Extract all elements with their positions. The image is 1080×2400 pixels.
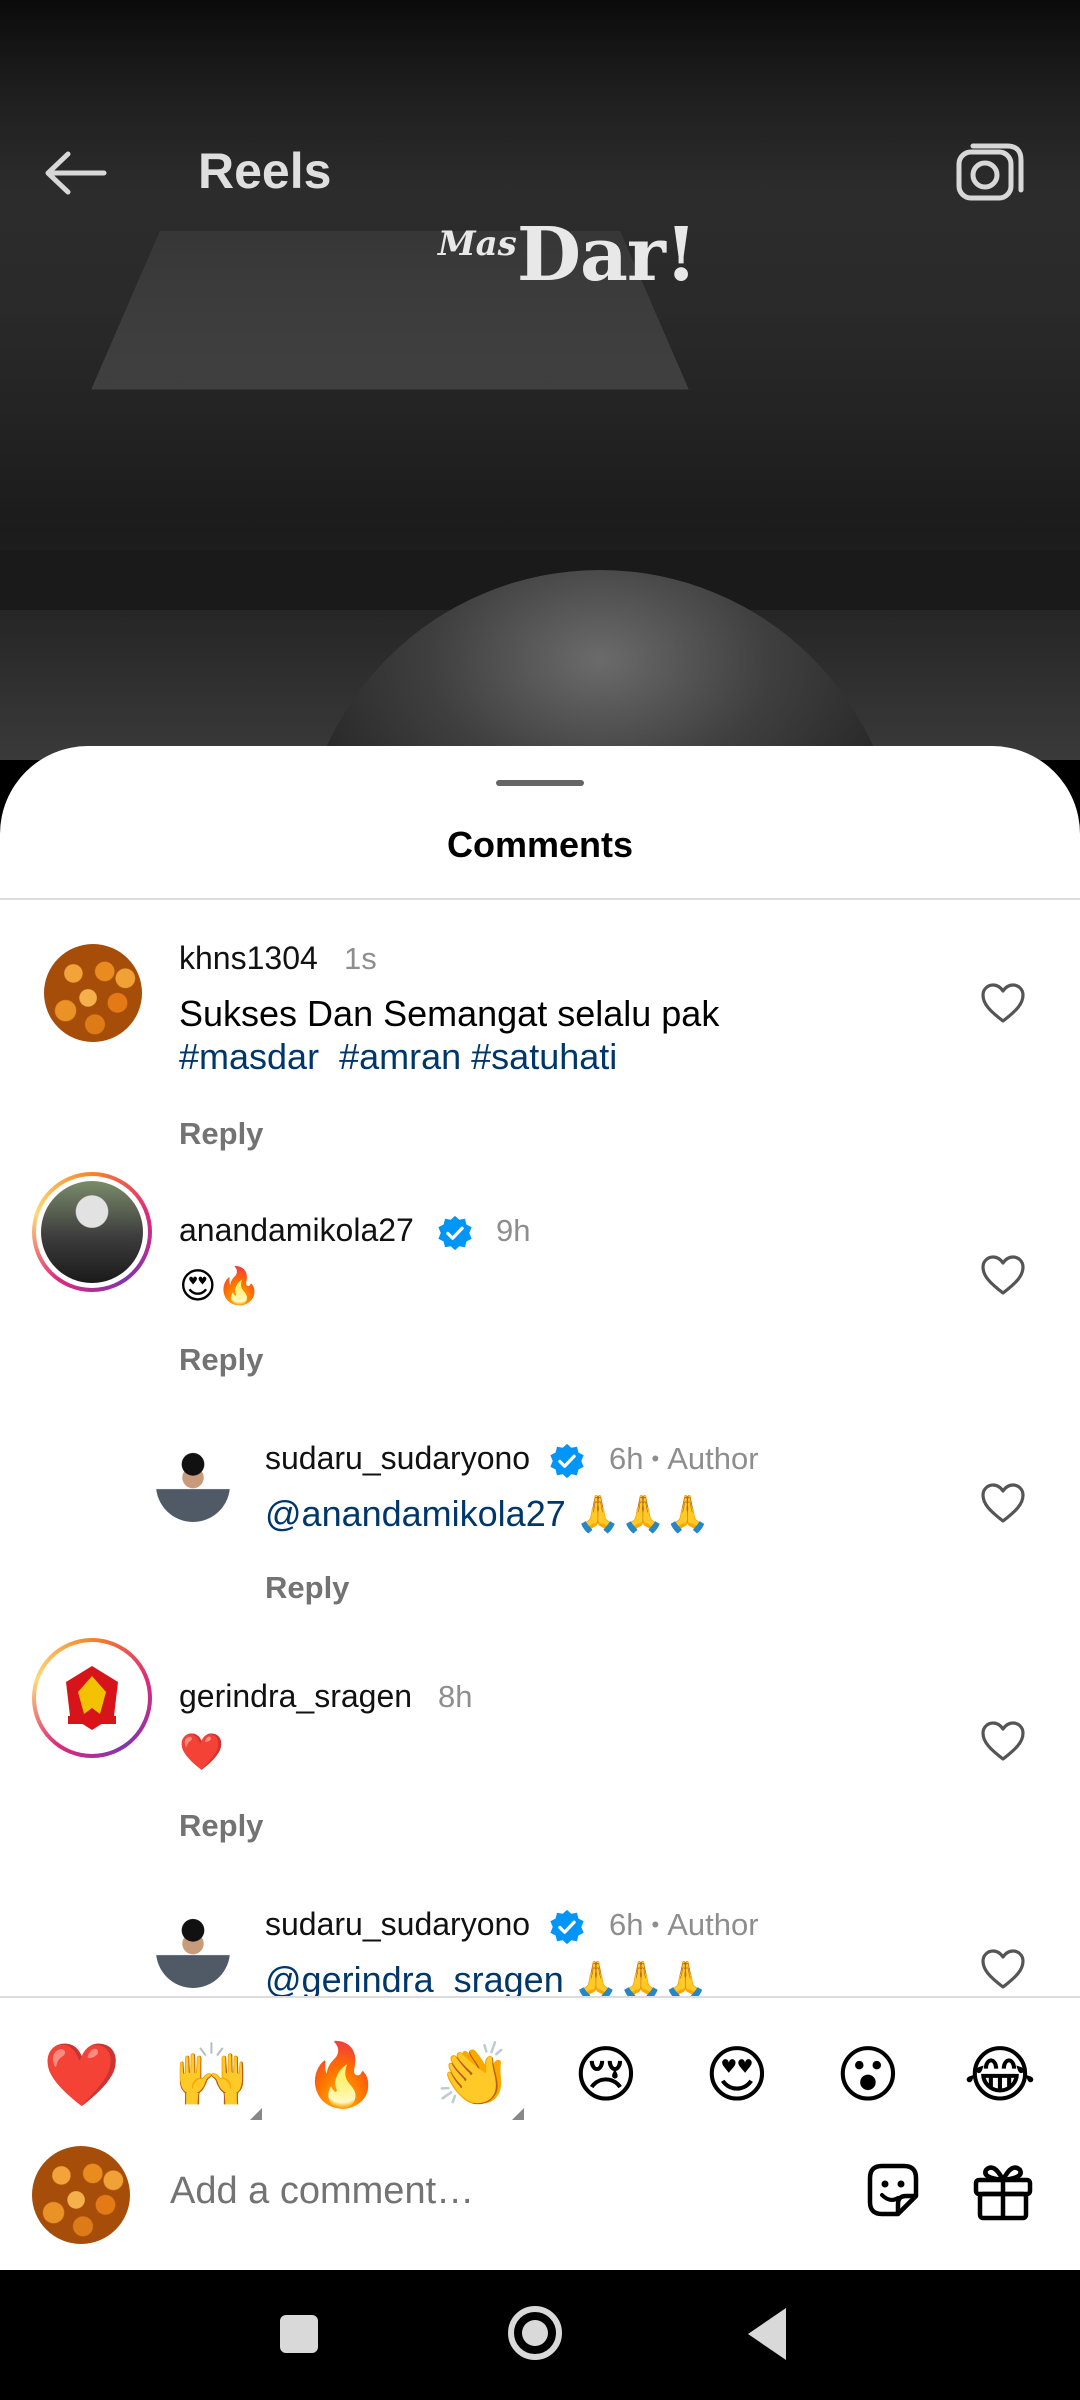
avatar — [41, 1181, 143, 1283]
author-label: Author — [667, 1907, 759, 1942]
hashtag-link[interactable]: #masdar — [179, 1036, 319, 1077]
heart-icon[interactable] — [980, 1482, 1026, 1524]
verified-badge-icon — [438, 1215, 472, 1251]
drag-handle[interactable] — [496, 780, 584, 786]
heart-icon[interactable] — [980, 1254, 1026, 1296]
reaction-fire[interactable]: 🔥 — [302, 2036, 382, 2116]
verified-badge-icon — [550, 1909, 584, 1945]
reply-button[interactable]: Reply — [179, 1342, 263, 1378]
skin-tone-indicator — [512, 2108, 524, 2120]
heart-icon[interactable] — [980, 1720, 1026, 1762]
comment-text: @gerindra_sragen 🙏🙏🙏 — [265, 1958, 708, 1996]
heart-icon[interactable] — [980, 1948, 1026, 1990]
reaction-laughing[interactable]: 😂 — [960, 2036, 1040, 2116]
system-navigation-bar — [0, 2270, 1080, 2400]
avatar — [46, 1652, 138, 1744]
video-watermark-logo: MasDar! — [438, 212, 697, 298]
reaction-clapping[interactable]: 👏 — [434, 2036, 524, 2120]
reels-top-bar: Reels — [0, 130, 1080, 210]
verified-badge-icon — [550, 1443, 584, 1479]
comments-sheet: Comments khns1304 1s Sukses Dan Semangat… — [0, 746, 1080, 2270]
comment-text: 😍🔥 — [179, 1265, 262, 1306]
reaction-surprised[interactable]: 😮 — [828, 2036, 908, 2116]
reel-video[interactable]: MasDar! — [0, 0, 1080, 760]
comment-time: 6h • Author — [609, 1441, 759, 1476]
comment-username[interactable]: anandamikola27 — [179, 1212, 414, 1249]
avatar[interactable] — [44, 944, 142, 1042]
reply-button[interactable]: Reply — [179, 1808, 263, 1844]
comment-username[interactable]: khns1304 — [179, 940, 318, 977]
story-ring[interactable] — [32, 1638, 152, 1758]
page-title: Reels — [198, 143, 332, 199]
comment-time: 9h — [496, 1213, 531, 1248]
reaction-crying[interactable]: 😢 — [566, 2036, 646, 2116]
reaction-heart-eyes[interactable]: 😍 — [697, 2036, 777, 2116]
hashtag-link[interactable]: #satuhati — [471, 1036, 617, 1077]
skin-tone-indicator — [250, 2108, 262, 2120]
back-button[interactable] — [748, 2308, 786, 2360]
gift-icon[interactable] — [970, 2158, 1036, 2224]
comment-text: Sukses Dan Semangat selalu pak #masdar #… — [179, 993, 720, 1077]
camera-icon[interactable] — [955, 140, 1025, 206]
reaction-raising-hands[interactable]: 🙌 — [172, 2036, 262, 2120]
hashtag-link[interactable]: #amran — [339, 1036, 461, 1077]
mention-link[interactable]: @gerindra_sragen — [265, 1959, 564, 1996]
reply-button[interactable]: Reply — [179, 1116, 263, 1152]
my-avatar — [32, 2146, 130, 2244]
comment-username[interactable]: gerindra_sragen — [179, 1678, 412, 1715]
gerindra-logo-icon — [66, 1666, 118, 1730]
back-arrow-icon[interactable] — [40, 148, 110, 198]
comment-username[interactable]: sudaru_sudaryono — [265, 1906, 530, 1943]
comments-title: Comments — [446, 824, 634, 865]
avatar[interactable] — [156, 1448, 230, 1522]
heart-icon[interactable] — [980, 982, 1026, 1024]
home-button[interactable] — [508, 2306, 562, 2360]
comment-text: @anandamikola27 🙏🙏🙏 — [265, 1493, 711, 1534]
reply-button[interactable]: Reply — [265, 1570, 349, 1606]
comment-time: 1s — [344, 941, 377, 976]
comment-time: 8h — [438, 1679, 473, 1714]
recents-button[interactable] — [280, 2315, 318, 2353]
comment-username[interactable]: sudaru_sudaryono — [265, 1440, 530, 1477]
comment-text: ❤️ — [179, 1731, 224, 1772]
author-label: Author — [667, 1441, 759, 1476]
story-ring[interactable] — [32, 1172, 152, 1292]
quick-reactions-bar: ❤️ 🙌 🔥 👏 😢 😍 😮 😂 — [0, 1996, 1080, 2148]
comments-list[interactable]: khns1304 1s Sukses Dan Semangat selalu p… — [0, 900, 1080, 1996]
reaction-heart[interactable]: ❤️ — [42, 2036, 122, 2116]
sticker-icon[interactable] — [860, 2158, 926, 2224]
comment-composer: Add a comment… — [0, 2136, 1080, 2270]
comment-input[interactable]: Add a comment… — [170, 2170, 474, 2213]
mention-link[interactable]: @anandamikola27 — [265, 1493, 566, 1534]
avatar[interactable] — [156, 1914, 230, 1988]
comment-time: 6h • Author — [609, 1907, 759, 1942]
